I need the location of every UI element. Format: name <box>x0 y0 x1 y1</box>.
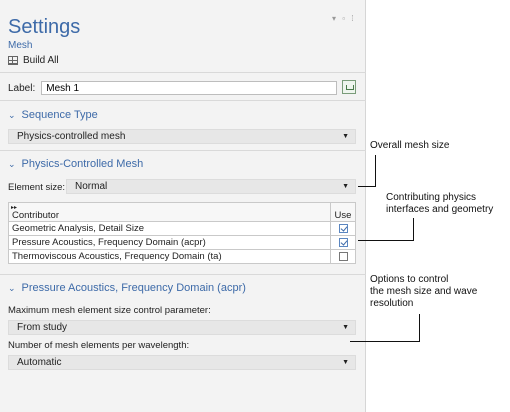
use-cell <box>330 249 356 264</box>
element-size-label: Element size: <box>8 182 66 193</box>
settings-panel: Settings ▾ ▫ ⁞ Mesh Build All Label: ⌄ S… <box>0 0 366 412</box>
label-row: Label: <box>8 81 338 95</box>
callout-line <box>413 218 414 241</box>
build-all-label: Build All <box>23 55 59 66</box>
node-subtitle: Mesh <box>8 40 33 51</box>
section-title: Pressure Acoustics, Frequency Domain (ac… <box>21 282 246 294</box>
table-row[interactable]: Pressure Acoustics, Frequency Domain (ac… <box>8 235 356 250</box>
page-title: Settings <box>8 16 81 38</box>
divider <box>0 150 366 151</box>
select-value: Physics-controlled mesh <box>17 131 126 142</box>
chevron-down-icon: ⌄ <box>8 282 16 293</box>
table-row[interactable]: Thermoviscous Acoustics, Frequency Domai… <box>8 249 356 264</box>
contributor-cell: Thermoviscous Acoustics, Frequency Domai… <box>8 249 331 264</box>
select-value: Normal <box>75 181 108 192</box>
section-sequence-type[interactable]: ⌄ Sequence Type <box>8 109 98 121</box>
use-checkbox[interactable] <box>338 251 348 261</box>
select-value: Automatic <box>17 357 62 368</box>
use-cell <box>330 221 356 236</box>
sequence-type-select[interactable]: Physics-controlled mesh ▼ <box>8 129 356 144</box>
dropdown-arrow-icon: ▼ <box>342 359 349 366</box>
annotation-overall-mesh-size: Overall mesh size <box>370 140 450 151</box>
chevron-down-icon: ⌄ <box>8 158 16 169</box>
contributor-table: ▸▸ Contributor Use Geometric Analysis, D… <box>8 202 356 264</box>
select-value: From study <box>17 322 68 333</box>
callout-line <box>350 341 420 342</box>
section-title: Sequence Type <box>21 109 98 121</box>
build-all-icon <box>8 56 18 65</box>
per-wavelength-label: Number of mesh elements per wavelength: <box>8 340 190 351</box>
section-title: Physics-Controlled Mesh <box>21 158 144 170</box>
table-row[interactable]: Geometric Analysis, Detail Size <box>8 221 356 236</box>
section-physics-controlled-mesh[interactable]: ⌄ Physics-Controlled Mesh <box>8 158 143 170</box>
label-action-icon[interactable] <box>342 80 356 94</box>
section-pressure-acoustics[interactable]: ⌄ Pressure Acoustics, Frequency Domain (… <box>8 282 246 294</box>
callout-line <box>375 155 376 187</box>
per-wavelength-select[interactable]: Automatic ▼ <box>8 355 356 370</box>
chevron-down-icon: ⌄ <box>8 109 16 120</box>
callout-line <box>419 314 420 342</box>
table-header-row: ▸▸ Contributor Use <box>8 202 356 222</box>
window-controls[interactable]: ▾ ▫ ⁞ <box>332 14 356 23</box>
use-header[interactable]: Use <box>330 202 356 222</box>
label-caption: Label: <box>8 82 36 94</box>
move-icon: ▸▸ <box>11 205 18 211</box>
contributor-header[interactable]: ▸▸ Contributor <box>8 202 331 222</box>
divider <box>0 274 366 275</box>
divider <box>0 72 366 73</box>
dropdown-arrow-icon: ▼ <box>342 324 349 331</box>
dropdown-arrow-icon: ▼ <box>342 183 349 190</box>
use-checkbox[interactable] <box>338 237 348 247</box>
use-checkbox[interactable] <box>338 223 348 233</box>
max-size-label: Maximum mesh element size control parame… <box>8 305 211 316</box>
element-size-select[interactable]: Normal ▼ <box>66 179 356 194</box>
contributor-cell: Geometric Analysis, Detail Size <box>8 221 331 236</box>
contributor-cell: Pressure Acoustics, Frequency Domain (ac… <box>8 235 331 250</box>
build-all-button[interactable]: Build All <box>8 55 59 66</box>
divider <box>0 100 366 101</box>
use-cell <box>330 235 356 250</box>
dropdown-arrow-icon: ▼ <box>342 133 349 140</box>
max-size-select[interactable]: From study ▼ <box>8 320 356 335</box>
annotation-contributing: Contributing physics interfaces and geom… <box>386 192 494 215</box>
callout-line <box>358 240 414 241</box>
annotation-options: Options to control the mesh size and wav… <box>370 274 478 309</box>
label-input[interactable] <box>41 81 338 95</box>
callout-line <box>358 186 376 187</box>
